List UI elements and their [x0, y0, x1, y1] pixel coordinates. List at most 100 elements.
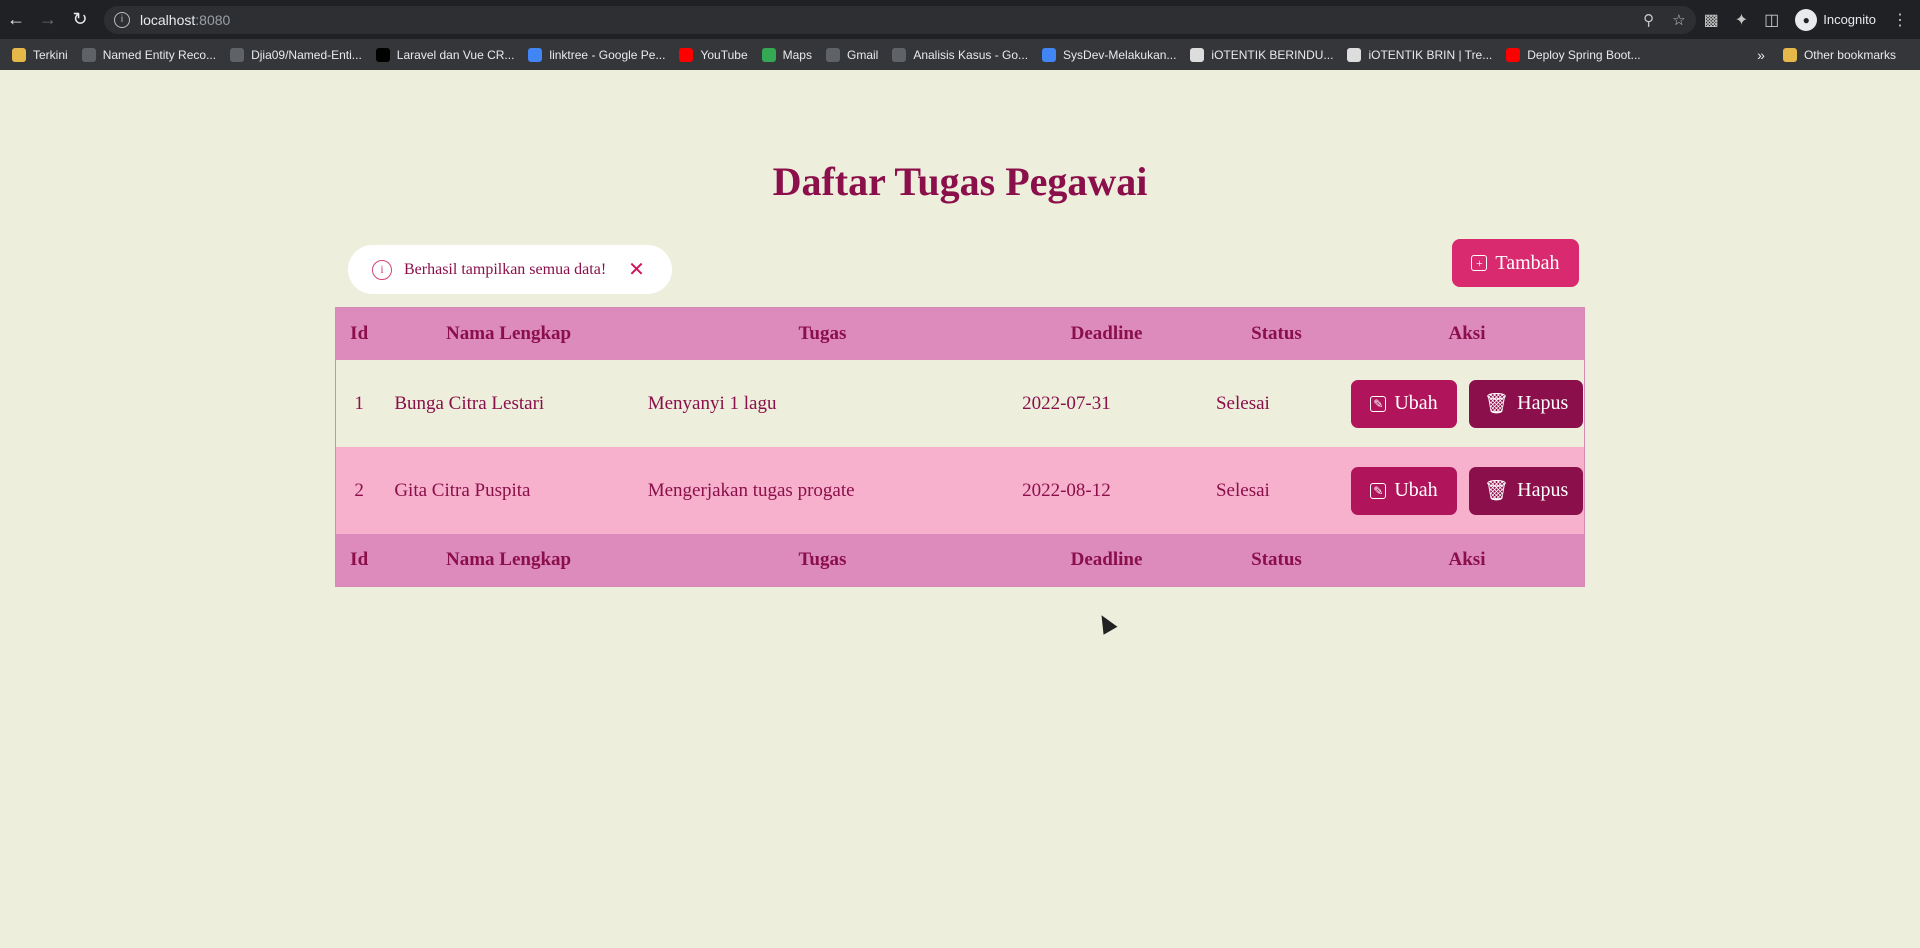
bookmarks-bar: Terkini Named Entity Reco... Djia09/Named-…	[0, 39, 1920, 70]
forward-icon[interactable]: →	[32, 4, 64, 36]
bookmark-item[interactable]: iOTENTIK BRIN | Tre...	[1347, 47, 1493, 62]
cell-deadline: 2022-07-31	[1010, 360, 1204, 447]
bookmark-favicon-icon	[825, 47, 840, 62]
bookmark-favicon-icon	[679, 47, 694, 62]
bookmark-favicon-icon	[230, 47, 245, 62]
bookmark-label: Gmail	[846, 47, 879, 62]
cell-actions: ✎ Ubah 🗑 Hapus	[1350, 447, 1585, 534]
other-bookmarks[interactable]: Other bookmarks	[1782, 47, 1896, 62]
mouse-cursor	[1094, 611, 1118, 635]
bookmark-favicon-icon	[1042, 47, 1057, 62]
bookmark-label: iOTENTIK BERINDU...	[1211, 47, 1334, 62]
footer-id: Id	[335, 534, 383, 587]
footer-deadline: Deadline	[1010, 534, 1204, 587]
side-panel-icon[interactable]: ◫	[1764, 10, 1779, 30]
bookmark-item[interactable]: iOTENTIK BERINDU...	[1190, 47, 1334, 62]
footer-task: Tugas	[635, 534, 1011, 587]
footer-status: Status	[1203, 534, 1350, 587]
bookmark-favicon-icon	[1347, 47, 1362, 62]
profile-button[interactable]: ● Incognito	[1795, 8, 1876, 31]
menu-icon[interactable]: ⋮	[1892, 10, 1908, 30]
bookmark-label: Terkini	[33, 47, 68, 62]
edit-icon: ✎	[1370, 482, 1387, 499]
address-bar[interactable]: i localhost:8080 ⚲ ☆	[104, 5, 1696, 34]
zoom-icon[interactable]: ⚲	[1643, 11, 1654, 29]
url-host: localhost	[140, 11, 196, 28]
delete-button[interactable]: 🗑 Hapus	[1469, 379, 1583, 428]
header-deadline: Deadline	[1010, 307, 1204, 360]
bookmark-favicon-icon	[12, 47, 26, 62]
bookmark-favicon-icon	[81, 47, 96, 62]
delete-label: Hapus	[1517, 479, 1569, 501]
cell-task: Menyanyi 1 lagu	[635, 360, 1011, 447]
table-row: 1 Bunga Citra Lestari Menyanyi 1 lagu 20…	[335, 360, 1585, 447]
bookmark-star-icon[interactable]: ☆	[1672, 11, 1685, 29]
edit-label: Ubah	[1394, 479, 1438, 501]
bookmark-favicon-icon	[375, 47, 390, 62]
cell-status: Selesai	[1203, 447, 1350, 534]
success-alert: i Berhasil tampilkan semua data! ✕	[348, 245, 672, 294]
header-actions: Aksi	[1350, 307, 1585, 360]
bookmark-item[interactable]: SysDev-Melakukan...	[1042, 47, 1177, 62]
bookmark-item[interactable]: Terkini	[12, 47, 68, 62]
bookmark-favicon-icon	[1506, 47, 1521, 62]
footer-actions: Aksi	[1350, 534, 1585, 587]
edit-button[interactable]: ✎ Ubah	[1351, 379, 1457, 428]
profile-label: Incognito	[1823, 12, 1876, 27]
bookmark-label: Laravel dan Vue CR...	[396, 47, 515, 62]
bookmark-label: YouTube	[700, 47, 748, 62]
bookmark-favicon-icon	[528, 47, 543, 62]
bookmark-item[interactable]: Djia09/Named-Enti...	[230, 47, 362, 62]
table-row: 2 Gita Citra Puspita Mengerjakan tugas p…	[335, 447, 1585, 534]
bookmark-label: iOTENTIK BRIN | Tre...	[1368, 47, 1493, 62]
close-icon[interactable]: ✕	[628, 257, 645, 282]
bookmark-item[interactable]: linktree - Google Pe...	[528, 47, 666, 62]
delete-label: Hapus	[1517, 392, 1569, 414]
reload-icon[interactable]: ↻	[64, 4, 96, 36]
bookmark-label: linktree - Google Pe...	[549, 47, 666, 62]
bookmark-label: Maps	[782, 47, 812, 62]
table-header-row: Id Nama Lengkap Tugas Deadline Status Ak…	[335, 307, 1585, 360]
cell-deadline: 2022-08-12	[1010, 447, 1204, 534]
cell-task: Mengerjakan tugas progate	[635, 447, 1011, 534]
browser-toolbar: ← → ↻ i localhost:8080 ⚲ ☆ ▩ ✦ ◫ ● Incog…	[0, 0, 1920, 39]
bookmark-item[interactable]: Analisis Kasus - Go...	[892, 47, 1028, 62]
add-button[interactable]: + Tambah	[1452, 239, 1579, 287]
site-info-icon[interactable]: i	[114, 11, 130, 28]
bookmark-item[interactable]: Maps	[761, 47, 812, 62]
bookmark-item[interactable]: Gmail	[825, 47, 879, 62]
trash-icon: 🗑	[1483, 393, 1510, 415]
header-name: Nama Lengkap	[382, 307, 636, 360]
cell-id: 2	[335, 447, 383, 534]
cell-name: Bunga Citra Lestari	[382, 360, 636, 447]
delete-button[interactable]: 🗑 Hapus	[1469, 466, 1583, 515]
bookmark-label: Named Entity Reco...	[102, 47, 217, 62]
plus-square-icon: +	[1471, 255, 1488, 271]
header-status: Status	[1203, 307, 1350, 360]
more-bookmarks-icon[interactable]: »	[1757, 47, 1765, 63]
puzzle-icon[interactable]: ✦	[1735, 10, 1748, 30]
edit-button[interactable]: ✎ Ubah	[1351, 466, 1457, 515]
bookmark-label: SysDev-Melakukan...	[1063, 47, 1177, 62]
back-icon[interactable]: ←	[0, 4, 32, 36]
url-port: :8080	[195, 11, 231, 28]
table-footer-row: Id Nama Lengkap Tugas Deadline Status Ak…	[335, 534, 1585, 587]
other-bookmarks-label: Other bookmarks	[1803, 47, 1896, 62]
trash-icon: 🗑	[1483, 480, 1510, 502]
bookmark-item[interactable]: Named Entity Reco...	[81, 47, 217, 62]
bookmark-item[interactable]: Deploy Spring Boot...	[1506, 47, 1641, 62]
bookmark-label: Deploy Spring Boot...	[1527, 47, 1641, 62]
extension-icon[interactable]: ▩	[1704, 10, 1719, 30]
alert-text: Berhasil tampilkan semua data!	[404, 260, 607, 278]
page-title: Daftar Tugas Pegawai	[772, 159, 1148, 204]
cell-name: Gita Citra Puspita	[382, 447, 636, 534]
task-table: Id Nama Lengkap Tugas Deadline Status Ak…	[335, 307, 1585, 587]
edit-label: Ubah	[1394, 392, 1438, 414]
bookmark-item[interactable]: YouTube	[679, 47, 748, 62]
incognito-icon: ●	[1795, 8, 1818, 31]
header-id: Id	[335, 307, 383, 360]
bookmark-favicon-icon	[892, 47, 907, 62]
cell-id: 1	[335, 360, 383, 447]
cell-actions: ✎ Ubah 🗑 Hapus	[1350, 360, 1585, 447]
bookmark-item[interactable]: Laravel dan Vue CR...	[375, 47, 515, 62]
